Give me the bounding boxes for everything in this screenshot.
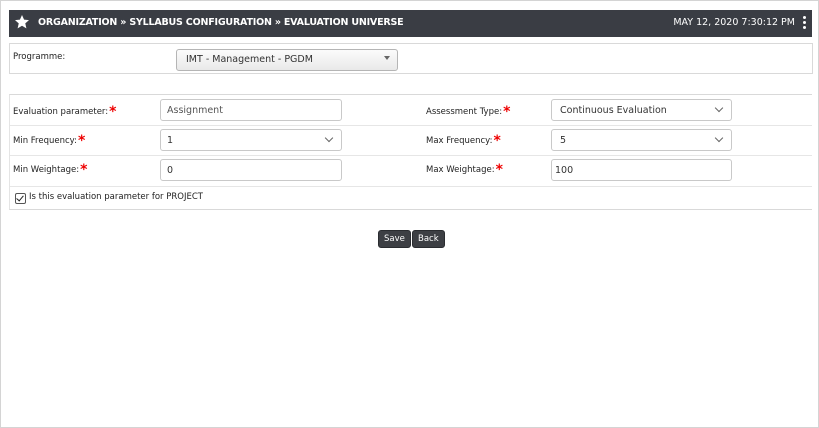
chevron-down-icon [714,103,724,113]
programme-selected-value: IMT - Management - PGDM [186,54,313,65]
chevron-down-icon [324,133,334,143]
kebab-menu-icon[interactable] [803,16,806,30]
project-checkbox-label: Is this evaluation parameter for PROJECT [29,192,203,202]
row-divider [10,125,812,126]
min-weightage-input[interactable]: 0 [160,159,342,181]
max-weightage-input[interactable]: 100 [551,159,732,181]
max-weightage-value: 100 [555,165,574,176]
min-frequency-select[interactable]: 1 [160,129,342,151]
evaluation-form: Evaluation parameter:* Assignment Assess… [9,94,812,210]
min-weightage-value: 0 [167,165,174,176]
save-button[interactable]: Save [378,230,411,248]
programme-label: Programme: [13,52,66,62]
row-divider [10,155,812,156]
max-frequency-label: Max Frequency:* [426,133,501,149]
evaluation-parameter-value: Assignment [167,105,223,116]
page-frame: ORGANIZATION » SYLLABUS CONFIGURATION » … [0,0,819,428]
assessment-type-label: Assessment Type:* [426,104,511,120]
max-weightage-label: Max Weightage:* [426,162,503,178]
max-frequency-select[interactable]: 5 [551,129,732,151]
project-checkbox[interactable] [15,193,26,204]
star-icon[interactable] [14,14,30,30]
assessment-type-select[interactable]: Continuous Evaluation [551,99,732,121]
evaluation-parameter-label: Evaluation parameter:* [13,104,117,120]
min-frequency-value: 1 [167,135,174,146]
back-button[interactable]: Back [412,230,445,248]
min-frequency-label: Min Frequency:* [13,133,86,149]
max-frequency-value: 5 [560,135,567,146]
min-weightage-label: Min Weightage:* [13,162,88,178]
chevron-down-icon [714,133,724,143]
row-divider [10,186,812,187]
programme-panel: Programme: IMT - Management - PGDM [9,43,813,74]
breadcrumb: ORGANIZATION » SYLLABUS CONFIGURATION » … [38,17,404,28]
dropdown-arrow-icon [384,56,390,60]
programme-select[interactable]: IMT - Management - PGDM [176,49,398,71]
datetime-display: MAY 12, 2020 7:30:12 PM [673,17,795,28]
header-bar: ORGANIZATION » SYLLABUS CONFIGURATION » … [9,10,812,37]
assessment-type-value: Continuous Evaluation [560,105,667,116]
evaluation-parameter-input[interactable]: Assignment [160,99,342,121]
